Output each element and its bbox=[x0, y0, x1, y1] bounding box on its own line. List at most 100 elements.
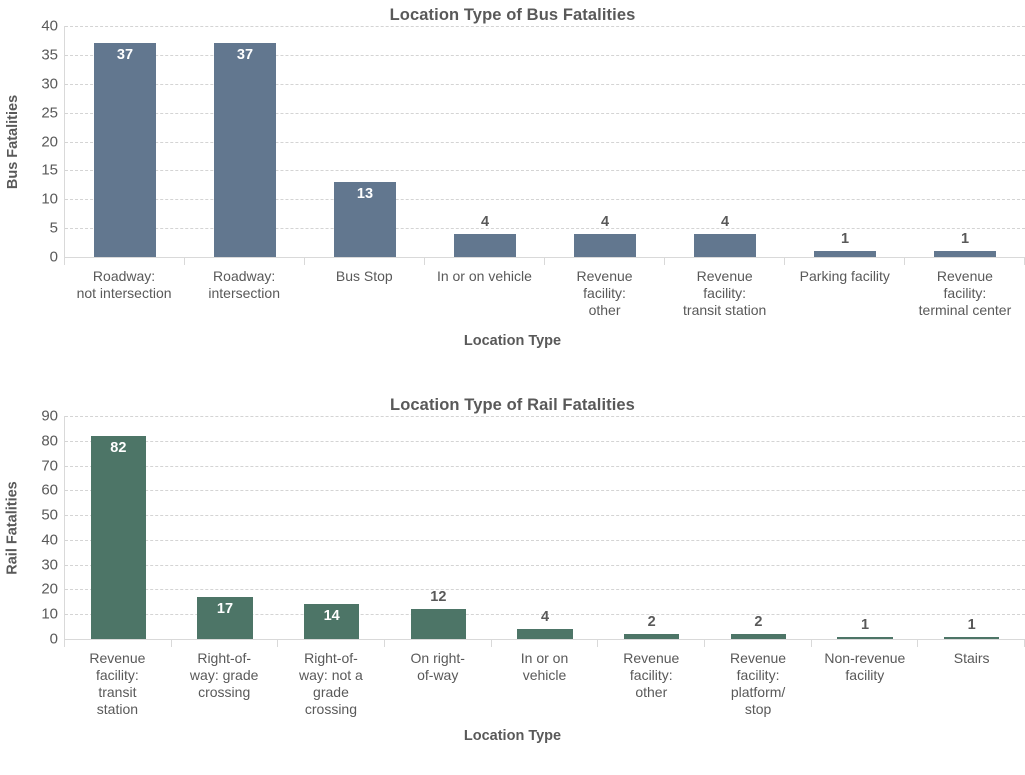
bus-plot-area: 37 37 13 4 4 4 1 1 bbox=[64, 26, 1025, 258]
rail-y-axis-title-text: Rail Fatalities bbox=[5, 481, 22, 575]
bus-x-tick-mark bbox=[425, 258, 545, 265]
bus-bar[interactable]: 4 bbox=[573, 215, 637, 257]
bus-bar-cell[interactable]: 4 bbox=[425, 26, 545, 257]
bus-y-axis-title-text: Bus Fatalities bbox=[5, 94, 21, 190]
rail-fatalities-chart: Location Type of Rail Fatalities Rail Fa… bbox=[0, 382, 1025, 775]
bus-bar[interactable]: 1 bbox=[813, 232, 877, 257]
bus-x-category-label: In or on vehicle bbox=[436, 268, 532, 284]
bus-y-axis-title: Bus Fatalities bbox=[0, 26, 26, 258]
rail-bars: 82 17 14 12 4 2 2 1 1 bbox=[65, 416, 1025, 639]
rail-x-tick-mark bbox=[64, 640, 172, 647]
rail-bar[interactable]: 12 bbox=[410, 590, 467, 639]
rail-x-category-label: Revenue facility: other bbox=[623, 650, 680, 700]
bus-bar[interactable]: 1 bbox=[933, 232, 997, 257]
rail-x-tick-mark bbox=[705, 640, 812, 647]
bus-y-tick-label: 15 bbox=[41, 161, 58, 179]
rail-bar-cell[interactable]: 12 bbox=[385, 416, 492, 639]
bus-x-tick-mark bbox=[785, 258, 905, 265]
rail-x-tick-mark bbox=[492, 640, 599, 647]
bus-x-tick-mark bbox=[64, 258, 185, 265]
rail-x-axis-group: Revenue facility: transit station Right-o… bbox=[64, 640, 1025, 718]
bus-bar[interactable]: 4 bbox=[693, 215, 757, 257]
rail-y-tick-label: 90 bbox=[41, 407, 58, 425]
rail-bar-cell[interactable]: 2 bbox=[598, 416, 705, 639]
rail-bar-value-label: 2 bbox=[647, 614, 656, 631]
rail-x-category-label: In or on vehicle bbox=[520, 650, 569, 683]
rail-y-tick-label: 70 bbox=[41, 457, 58, 475]
bus-fatalities-chart: Location Type of Bus Fatalities Bus Fata… bbox=[0, 0, 1025, 372]
bus-bar[interactable]: 4 bbox=[453, 215, 517, 257]
bus-bar-value-label: 1 bbox=[840, 231, 850, 248]
rail-bar[interactable]: 4 bbox=[517, 610, 573, 639]
rail-x-category-label: Stairs bbox=[953, 650, 990, 666]
rail-bar[interactable]: 1 bbox=[837, 618, 893, 639]
bus-bar-cell[interactable]: 4 bbox=[665, 26, 785, 257]
rail-y-axis-title: Rail Fatalities bbox=[0, 416, 26, 640]
rail-x-category-label: Revenue facility: platform/ stop bbox=[730, 650, 787, 717]
bus-bar-value-label: 4 bbox=[720, 213, 730, 230]
rail-bar-cell[interactable]: 82 bbox=[65, 416, 172, 639]
rail-x-category-label: On right- of-way bbox=[410, 650, 465, 683]
bus-y-axis-ticks: 0 5 10 15 20 25 30 35 40 bbox=[26, 19, 64, 265]
rail-y-tick-label: 20 bbox=[41, 580, 58, 598]
bus-x-tick-mark bbox=[185, 258, 305, 265]
bus-chart-body: Bus Fatalities 0 5 10 15 20 25 30 35 40 37 37 13 4 4… bbox=[0, 19, 1025, 265]
rail-x-tick-mark bbox=[385, 640, 492, 647]
bus-x-axis-labels: Roadway: not intersection Roadway: inters… bbox=[64, 265, 1025, 319]
bus-x-category-label: Roadway: intersection bbox=[208, 268, 280, 301]
bus-x-tick-marks bbox=[64, 258, 1025, 265]
rail-x-tick-marks bbox=[64, 640, 1025, 647]
bus-y-tick-label: 10 bbox=[41, 190, 58, 208]
bus-x-axis-group: Roadway: not intersection Roadway: inters… bbox=[64, 258, 1025, 319]
rail-bar-cell[interactable]: 2 bbox=[705, 416, 812, 639]
bus-bar-cell[interactable]: 1 bbox=[785, 26, 905, 257]
rail-bar-value-label: 1 bbox=[967, 616, 976, 633]
rail-bar[interactable]: 17 bbox=[197, 596, 253, 639]
rail-y-axis-ticks: 0 10 20 30 40 50 60 70 80 90 bbox=[26, 409, 64, 647]
rail-y-tick-label: 10 bbox=[41, 605, 58, 623]
bus-bar-value-label: 37 bbox=[236, 47, 254, 64]
rail-bar[interactable]: 14 bbox=[303, 604, 360, 639]
bus-bar-cell[interactable]: 4 bbox=[545, 26, 665, 257]
rail-bar-value-label: 12 bbox=[430, 589, 447, 606]
chart-page: Location Type of Bus Fatalities Bus Fata… bbox=[0, 0, 1025, 775]
bus-x-tick-mark bbox=[665, 258, 785, 265]
bus-y-tick-label: 20 bbox=[41, 133, 58, 150]
rail-y-tick-label: 30 bbox=[41, 556, 58, 574]
rail-bar[interactable]: 2 bbox=[623, 615, 680, 639]
bus-x-category-label: Revenue facility: transit station bbox=[683, 268, 767, 318]
rail-x-category-label: Non-revenue facility bbox=[824, 650, 906, 683]
bus-bar[interactable]: 37 bbox=[93, 43, 157, 257]
bus-x-tick-mark bbox=[305, 258, 425, 265]
rail-x-category-label: Revenue facility: transit station bbox=[89, 650, 146, 717]
bus-x-tick-mark bbox=[905, 258, 1025, 265]
rail-bar[interactable]: 82 bbox=[90, 435, 147, 639]
rail-bar-value-label: 1 bbox=[860, 616, 870, 633]
bus-bar-cell[interactable]: 13 bbox=[305, 26, 425, 257]
bus-y-tick-label: 35 bbox=[41, 46, 58, 64]
rail-x-axis-title: Location Type bbox=[463, 728, 562, 744]
bus-bar-cell[interactable]: 37 bbox=[65, 26, 185, 257]
bus-chart-title: Location Type of Bus Fatalities bbox=[389, 6, 636, 24]
bus-x-category-label: Bus Stop bbox=[335, 268, 393, 284]
rail-bar-value-label: 2 bbox=[754, 614, 763, 631]
rail-x-axis-labels: Revenue facility: transit station Right-o… bbox=[64, 647, 1025, 718]
rail-bar[interactable]: 2 bbox=[730, 615, 787, 639]
bus-bar[interactable]: 13 bbox=[333, 181, 397, 257]
bus-y-tick-label: 0 bbox=[49, 248, 58, 266]
rail-bar-cell[interactable]: 1 bbox=[812, 416, 919, 639]
bus-x-category-label: Revenue facility: terminal center bbox=[918, 268, 1012, 318]
bus-bar-cell[interactable]: 37 bbox=[185, 26, 305, 257]
rail-bar-cell[interactable]: 17 bbox=[172, 416, 279, 639]
bus-y-tick-label: 25 bbox=[41, 104, 58, 122]
bus-bar[interactable]: 37 bbox=[213, 43, 277, 257]
rail-chart-title: Location Type of Rail Fatalities bbox=[390, 396, 635, 414]
bus-x-category-label: Parking facility bbox=[799, 268, 890, 284]
rail-plot-area: 82 17 14 12 4 2 2 1 1 bbox=[64, 416, 1025, 640]
rail-bar-cell[interactable]: 4 bbox=[492, 416, 599, 639]
rail-x-category-label: Right-of- way: grade crossing bbox=[189, 650, 259, 700]
rail-bar[interactable]: 1 bbox=[943, 618, 1000, 639]
rail-bar-cell[interactable]: 1 bbox=[918, 416, 1025, 639]
bus-bar-cell[interactable]: 1 bbox=[905, 26, 1025, 257]
rail-bar-cell[interactable]: 14 bbox=[278, 416, 385, 639]
